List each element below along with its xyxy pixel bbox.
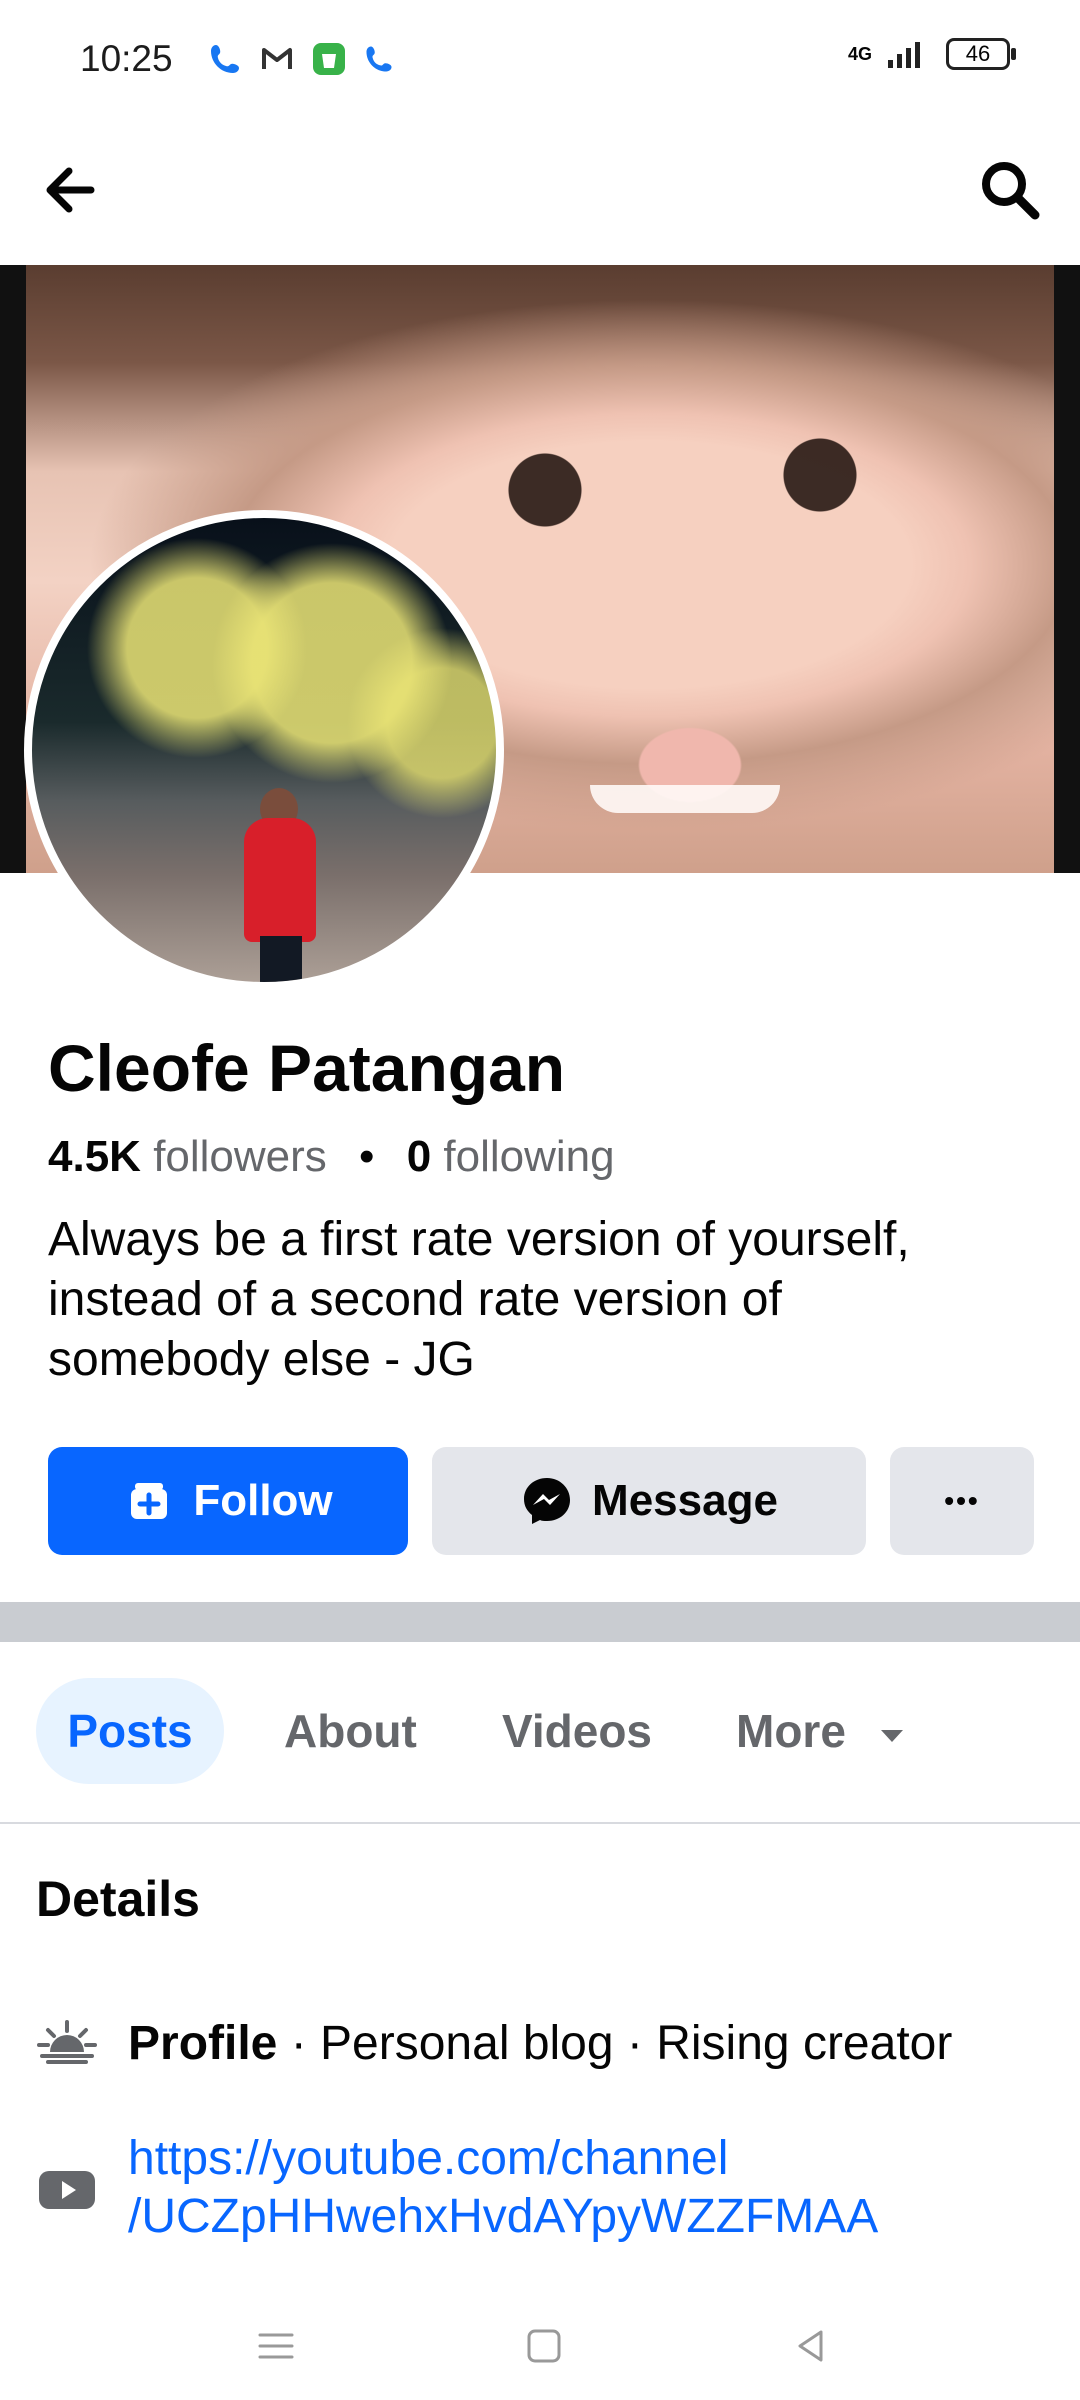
shopping-app-icon <box>313 43 345 75</box>
profile-avatar[interactable] <box>24 510 504 990</box>
message-button[interactable]: Message <box>432 1447 866 1555</box>
android-navigation-bar <box>0 2288 1080 2400</box>
profile-bio: Always be a first rate version of yourse… <box>48 1210 1008 1390</box>
bio-line: Always be a first rate version of yourse… <box>48 1213 910 1266</box>
back-button[interactable] <box>30 150 110 230</box>
notification-icons <box>206 40 396 78</box>
followers-count[interactable]: 4.5K <box>48 1132 141 1181</box>
tab-about[interactable]: About <box>284 1678 417 1784</box>
details-heading: Details <box>36 1871 200 1927</box>
search-icon <box>982 162 1040 220</box>
more-options-button[interactable]: ••• <box>890 1447 1034 1555</box>
tab-more-label: More <box>736 1705 846 1757</box>
top-header <box>0 120 1080 265</box>
menu-icon <box>258 2333 294 2359</box>
triangle-back-icon <box>798 2330 823 2362</box>
avatar-person-legs <box>260 936 302 982</box>
gmail-icon <box>262 48 292 69</box>
follow-stats: 4.5K followers • 0 following <box>48 1132 615 1182</box>
follow-label: Follow <box>193 1476 333 1525</box>
home-button[interactable] <box>508 2316 580 2376</box>
section-divider <box>0 1602 1080 1642</box>
signal-icon <box>888 42 920 68</box>
profile-name: Cleofe Patangan <box>48 1031 566 1105</box>
status-bar: 10:25 4G 46 <box>0 0 1080 120</box>
system-status: 4G 46 <box>847 38 1016 70</box>
follow-icon <box>131 1483 168 1519</box>
more-options-icon: ••• <box>944 1485 980 1516</box>
tab-more[interactable]: More <box>736 1678 907 1784</box>
message-label: Message <box>592 1476 778 1525</box>
profile-tabs: Posts About Videos More <box>0 1642 1080 1822</box>
network-label: 4G <box>847 43 872 64</box>
arrow-left-icon <box>46 167 95 213</box>
phone-icon <box>211 45 239 73</box>
profile-category-bold: Profile <box>128 2016 278 2070</box>
youtube-icon <box>39 2171 95 2209</box>
sunrise-icon <box>37 2020 97 2064</box>
cover-smile-detail <box>590 785 780 813</box>
follow-button[interactable]: Follow <box>48 1447 408 1555</box>
cover-frame-right <box>1054 265 1080 873</box>
bio-line: somebody else - JG <box>48 1333 475 1386</box>
recent-apps-button[interactable] <box>240 2316 312 2376</box>
battery-level: 46 <box>965 41 991 66</box>
caret-down-icon <box>880 1729 903 1742</box>
youtube-detail-row[interactable]: https://youtube.com/channel /UCZpHHwehxH… <box>36 2128 1046 2248</box>
tabs-divider <box>0 1822 1080 1824</box>
following-count[interactable]: 0 <box>407 1132 431 1181</box>
youtube-link-line: /UCZpHHwehxHvdAYpyWZZFMAA <box>128 2190 879 2243</box>
followers-label[interactable]: followers <box>153 1132 327 1181</box>
battery-icon: 46 <box>946 38 1016 70</box>
stats-separator: • <box>359 1132 375 1181</box>
cover-frame-left <box>0 265 26 873</box>
avatar-person-body <box>244 818 316 942</box>
tab-posts[interactable]: Posts <box>36 1678 224 1784</box>
home-square-icon <box>527 2329 561 2363</box>
profile-category-text: · Personal blog · Rising creator <box>277 2016 953 2070</box>
following-label[interactable]: following <box>443 1132 614 1181</box>
youtube-link[interactable]: https://youtube.com/channel /UCZpHHwehxH… <box>128 2130 878 2246</box>
phone-icon <box>366 46 392 72</box>
status-time: 10:25 <box>80 38 173 79</box>
search-button[interactable] <box>970 150 1050 230</box>
youtube-link-line: https://youtube.com/channel <box>128 2132 729 2185</box>
profile-detail-row: Profile · Personal blog · Rising creator <box>36 2008 1046 2078</box>
messenger-icon <box>524 1478 571 1524</box>
system-back-button[interactable] <box>774 2316 846 2376</box>
bio-line: instead of a second rate version of <box>48 1273 782 1326</box>
tab-videos[interactable]: Videos <box>502 1678 652 1784</box>
